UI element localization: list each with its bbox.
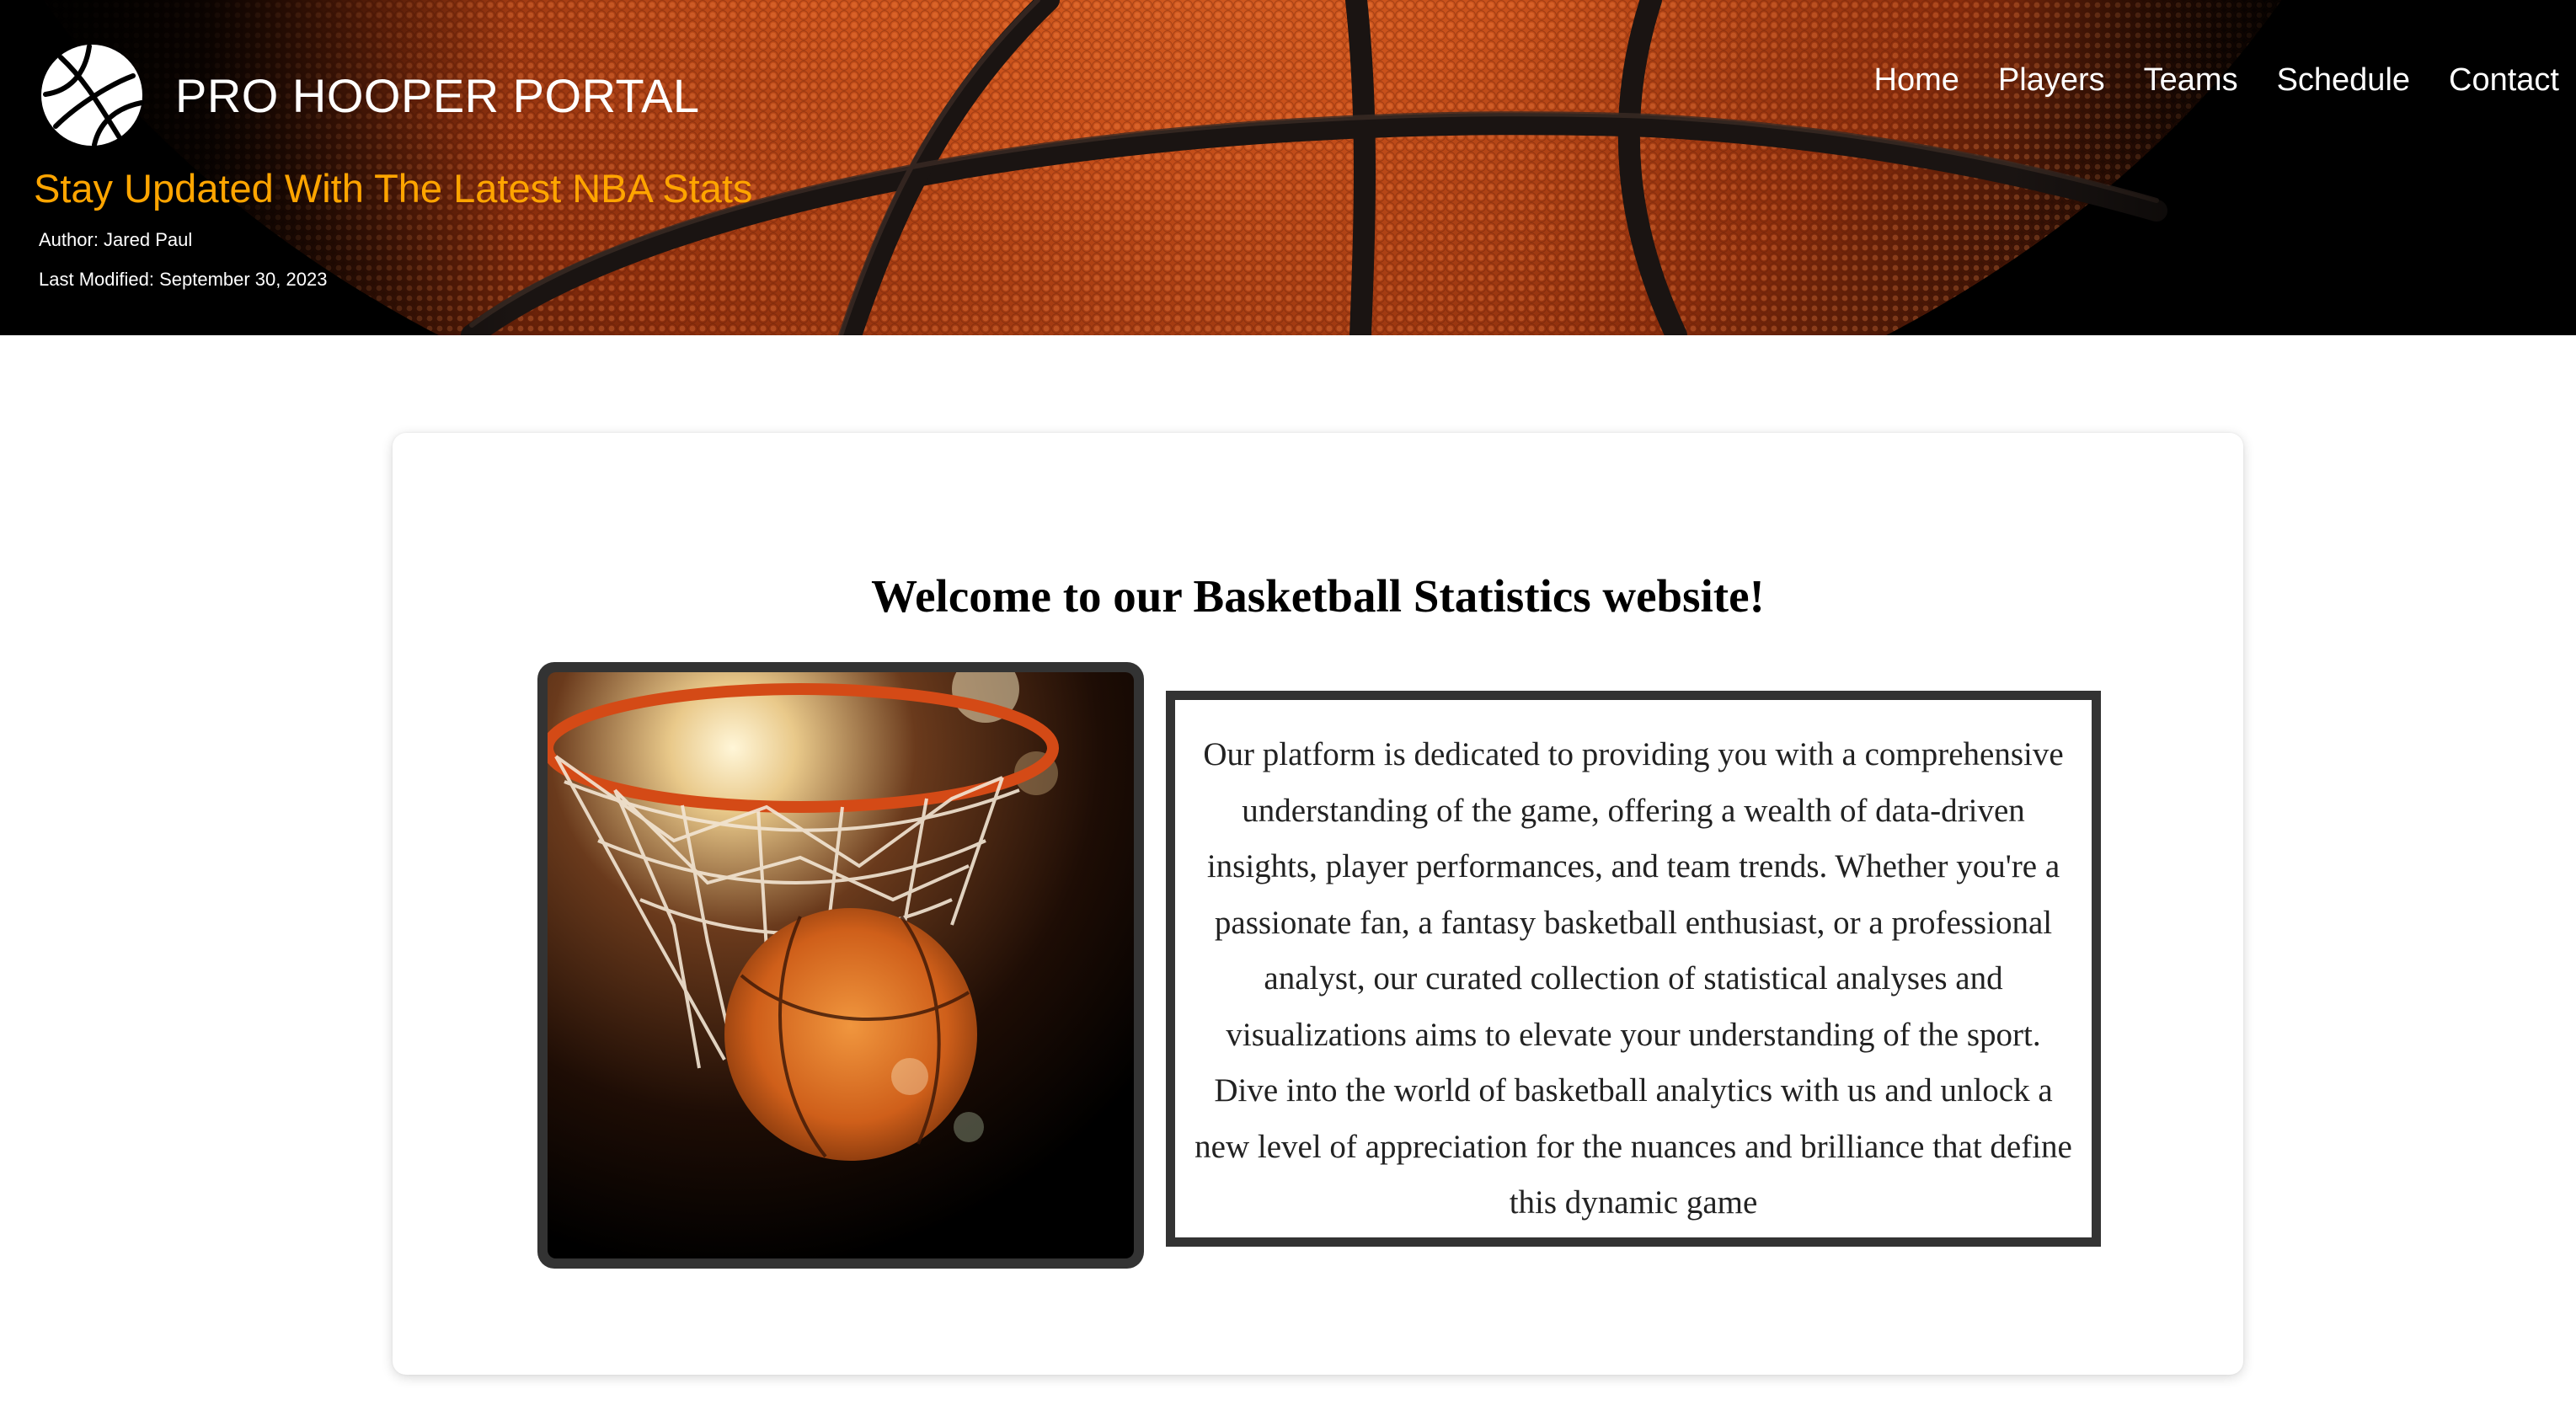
nav-home[interactable]: Home [1874, 62, 1959, 99]
nav-contact[interactable]: Contact [2449, 62, 2559, 99]
main-nav: Home Players Teams Schedule Contact [1874, 62, 2559, 99]
intro-text-box: Our platform is dedicated to providing y… [1166, 691, 2101, 1247]
author-line: Author: Jared Paul [39, 229, 193, 250]
nav-schedule[interactable]: Schedule [2277, 62, 2410, 99]
basketball-hoop-image [548, 672, 1134, 1258]
welcome-heading: Welcome to our Basketball Statistics web… [871, 570, 1765, 622]
last-modified-line: Last Modified: September 30, 2023 [39, 269, 328, 290]
tagline: Stay Updated With The Latest NBA Stats [34, 166, 753, 211]
hoop-photo-frame [537, 662, 1144, 1269]
brand[interactable]: PRO HOOPER PORTAL [39, 42, 700, 148]
nav-teams[interactable]: Teams [2144, 62, 2238, 99]
site-title: PRO HOOPER PORTAL [175, 68, 700, 122]
intro-paragraph: Our platform is dedicated to providing y… [1194, 736, 2072, 1221]
site-header: PRO HOOPER PORTAL Home Players Teams Sch… [0, 0, 2576, 335]
nav-players[interactable]: Players [1998, 62, 2105, 99]
welcome-card: Welcome to our Basketball Statistics web… [393, 433, 2243, 1375]
basketball-icon [41, 44, 144, 147]
